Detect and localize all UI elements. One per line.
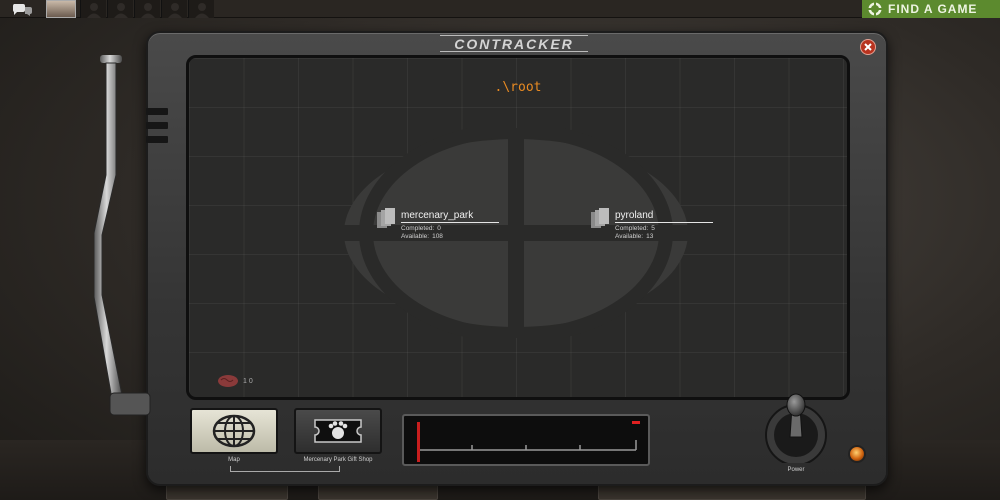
find-a-game-button[interactable]: FIND A GAME bbox=[862, 0, 1000, 18]
party-slot[interactable] bbox=[80, 0, 106, 18]
region-name: pyroland bbox=[615, 210, 713, 223]
directory-path: .\root bbox=[494, 80, 542, 95]
chat-bubbles-icon bbox=[12, 4, 32, 16]
power-joystick[interactable] bbox=[762, 393, 830, 463]
region-completed: Completed: 5 bbox=[615, 225, 713, 232]
ticket-paw-icon bbox=[314, 419, 362, 443]
region-mercenary-park[interactable]: mercenary_park Completed: 0 Available: 1… bbox=[377, 208, 499, 240]
reward-count: 1 0 bbox=[243, 377, 253, 385]
map-button-label: Map bbox=[228, 457, 240, 463]
folder-icon bbox=[591, 208, 609, 228]
close-button[interactable] bbox=[860, 39, 876, 55]
available-value: 108 bbox=[432, 233, 443, 240]
region-name: mercenary_park bbox=[401, 210, 499, 223]
region-completed: Completed: 0 bbox=[401, 225, 499, 232]
available-label: Available: bbox=[401, 233, 430, 240]
meter-scale bbox=[417, 421, 640, 462]
region-available: Available: 13 bbox=[615, 233, 713, 240]
player-avatar[interactable] bbox=[46, 0, 76, 18]
silhouette-icon bbox=[140, 3, 155, 18]
completed-label: Completed: bbox=[615, 225, 649, 232]
side-vent bbox=[146, 136, 168, 143]
party-slot[interactable] bbox=[188, 0, 214, 18]
gift-shop-button-label: Mercenary Park Gift Shop bbox=[303, 457, 373, 463]
signal-meter bbox=[402, 414, 650, 466]
silhouette-icon bbox=[167, 3, 182, 18]
brain-icon bbox=[218, 375, 238, 387]
close-icon bbox=[864, 43, 872, 51]
contracker-screen: .\root mercenary_park Completed: 0 Avail… bbox=[186, 55, 850, 400]
globe-icon bbox=[212, 414, 256, 448]
contracker-title: CONTRACKER bbox=[440, 35, 588, 52]
completed-value: 5 bbox=[651, 225, 655, 232]
map-button[interactable] bbox=[190, 408, 278, 454]
silhouette-icon bbox=[194, 3, 209, 18]
party-slot[interactable] bbox=[134, 0, 160, 18]
top-bar: FIND A GAME bbox=[0, 0, 1000, 18]
meter-needle bbox=[417, 422, 420, 462]
available-label: Available: bbox=[615, 233, 644, 240]
power-light bbox=[848, 445, 866, 463]
meter-indicator bbox=[632, 421, 640, 424]
chat-button[interactable] bbox=[4, 0, 40, 18]
side-vent bbox=[146, 122, 168, 129]
silhouette-icon bbox=[113, 3, 128, 18]
party-slot[interactable] bbox=[107, 0, 133, 18]
region-pyroland[interactable]: pyroland Completed: 5 Available: 13 bbox=[591, 208, 713, 240]
find-a-game-label: FIND A GAME bbox=[888, 2, 978, 16]
completed-value: 0 bbox=[437, 225, 441, 232]
reward-counter: 1 0 bbox=[217, 374, 253, 388]
folder-icon bbox=[377, 208, 395, 228]
side-vent bbox=[146, 108, 168, 115]
tf2-logo-icon bbox=[868, 2, 882, 16]
completed-label: Completed: bbox=[401, 225, 435, 232]
party-slot[interactable] bbox=[161, 0, 187, 18]
available-value: 13 bbox=[646, 233, 654, 240]
antenna bbox=[94, 55, 151, 416]
gift-shop-button[interactable] bbox=[294, 408, 382, 454]
power-label: Power bbox=[787, 467, 805, 473]
mode-bracket bbox=[230, 466, 340, 472]
region-available: Available: 108 bbox=[401, 233, 499, 240]
silhouette-icon bbox=[86, 3, 101, 18]
